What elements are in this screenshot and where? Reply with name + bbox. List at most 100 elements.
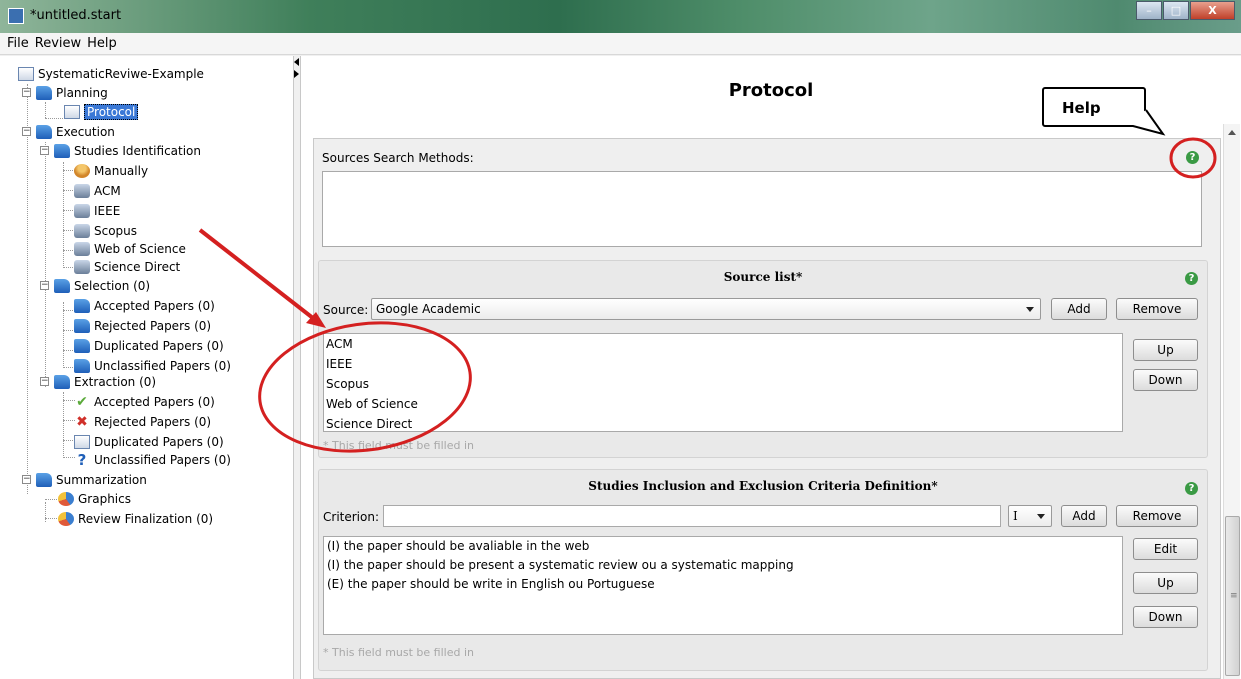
panel-splitter[interactable] (294, 56, 301, 679)
close-button[interactable]: X (1190, 1, 1235, 20)
help-callout: Help (1042, 87, 1146, 127)
tree-item-manually[interactable]: Manually (74, 161, 148, 180)
collapse-left-icon[interactable] (294, 58, 299, 66)
rejected-folder-icon (74, 318, 90, 333)
tree-item-extraction[interactable]: Extraction (0) (54, 372, 156, 391)
list-item[interactable]: (I) the paper should be avaliable in the… (324, 537, 1122, 556)
tree-item-label: Unclassified Papers (0) (94, 452, 231, 467)
folder-icon (54, 143, 70, 158)
tree-item-selection[interactable]: Selection (0) (54, 276, 150, 295)
sources-search-textarea[interactable] (322, 171, 1202, 247)
tree-item-label: Duplicated Papers (0) (94, 338, 224, 353)
maximize-button[interactable]: □ (1163, 1, 1189, 20)
add-criterion-button[interactable]: Add (1061, 505, 1107, 527)
chevron-down-icon (1037, 514, 1045, 519)
tree-item-science-direct[interactable]: Science Direct (74, 257, 180, 276)
x-mark-icon: ✖ (76, 413, 88, 430)
folder-icon (36, 472, 52, 487)
duplicated-folder-icon (74, 338, 90, 353)
criterion-up-button[interactable]: Up (1133, 572, 1198, 594)
tree-item-scopus[interactable]: Scopus (74, 221, 137, 240)
list-item[interactable]: (I) the paper should be present a system… (324, 556, 1122, 575)
remove-source-button[interactable]: Remove (1116, 298, 1198, 320)
source-label: Source: (323, 303, 369, 317)
tree-item-review-finalization[interactable]: Review Finalization (0) (58, 509, 213, 528)
menu-bar: File Review Help (0, 33, 1241, 55)
app-icon (8, 8, 24, 24)
menu-help[interactable]: Help (84, 33, 120, 54)
project-tree: SystematicReviwe-Example − Planning Prot… (0, 56, 294, 679)
tree-item-extraction-rejected[interactable]: ✖ Rejected Papers (0) (74, 412, 211, 431)
tree-item-selection-duplicated[interactable]: Duplicated Papers (0) (74, 336, 224, 355)
tree-item-extraction-duplicated[interactable]: Duplicated Papers (0) (74, 432, 224, 451)
source-down-button[interactable]: Down (1133, 369, 1198, 391)
tree-item-execution[interactable]: Execution (36, 122, 115, 141)
tree-root[interactable]: SystematicReviwe-Example (18, 64, 204, 83)
tree-item-planning[interactable]: Planning (36, 83, 108, 102)
list-item[interactable]: (E) the paper should be write in English… (324, 575, 1122, 594)
remove-criterion-button[interactable]: Remove (1116, 505, 1198, 527)
scrollbar-thumb[interactable]: ≡ (1225, 516, 1240, 676)
tree-item-selection-rejected[interactable]: Rejected Papers (0) (74, 316, 211, 335)
tree-root-label: SystematicReviwe-Example (38, 66, 204, 81)
list-item[interactable]: ACM (324, 334, 1122, 354)
tree-item-selection-accepted[interactable]: Accepted Papers (0) (74, 296, 215, 315)
folder-icon (54, 374, 70, 389)
collapse-execution-icon[interactable]: − (22, 127, 31, 136)
minimize-button[interactable]: – (1136, 1, 1162, 20)
tree-item-graphics[interactable]: Graphics (58, 489, 131, 508)
criterion-down-button[interactable]: Down (1133, 606, 1198, 628)
folder-icon (36, 85, 52, 100)
collapse-studies-icon[interactable]: − (40, 146, 49, 155)
unclassified-folder-icon (74, 358, 90, 373)
help-icon[interactable]: ? (1185, 272, 1198, 285)
collapse-summarization-icon[interactable]: − (22, 475, 31, 484)
pie-chart-icon (58, 491, 74, 506)
collapse-selection-icon[interactable]: − (40, 281, 49, 290)
tree-item-extraction-accepted[interactable]: ✔ Accepted Papers (0) (74, 392, 215, 411)
tree-item-label: IEEE (94, 203, 121, 218)
tree-item-summarization[interactable]: Summarization (36, 470, 147, 489)
tree-item-label: Extraction (0) (74, 374, 157, 389)
tree-item-extraction-unclassified[interactable]: ? Unclassified Papers (0) (74, 450, 231, 469)
add-source-button[interactable]: Add (1051, 298, 1107, 320)
tree-item-label: Review Finalization (0) (78, 511, 214, 526)
list-item[interactable]: Scopus (324, 374, 1122, 394)
collapse-planning-icon[interactable]: − (22, 88, 31, 97)
list-item[interactable]: Web of Science (324, 394, 1122, 414)
source-select[interactable]: Google Academic (371, 298, 1041, 320)
accepted-folder-icon (74, 298, 90, 313)
menu-file[interactable]: File (4, 33, 32, 54)
tree-item-ieee[interactable]: IEEE (74, 201, 120, 220)
collapse-extraction-icon[interactable]: − (40, 377, 49, 386)
criteria-listbox[interactable]: (I) the paper should be avaliable in the… (323, 536, 1123, 635)
sources-search-label: Sources Search Methods: (322, 151, 474, 165)
help-icon[interactable]: ? (1186, 151, 1199, 164)
tree-item-acm[interactable]: ACM (74, 181, 121, 200)
search-engine-icon (74, 203, 90, 218)
list-item[interactable]: IEEE (324, 354, 1122, 374)
vertical-scrollbar[interactable]: ≡ (1223, 124, 1240, 679)
tree-item-web-of-science[interactable]: Web of Science (74, 239, 186, 258)
source-list-heading: Source list* (723, 270, 803, 284)
search-engine-icon (74, 241, 90, 256)
menu-review[interactable]: Review (32, 33, 84, 54)
tree-item-protocol[interactable]: Protocol (64, 102, 139, 121)
source-listbox[interactable]: ACM IEEE Scopus Web of Science Science D… (323, 333, 1123, 432)
tree-item-label: Selection (0) (74, 278, 151, 293)
finalization-icon (58, 511, 74, 526)
tree-item-label: Protocol (84, 103, 139, 120)
review-doc-icon (18, 66, 34, 81)
title-bar: *untitled.start – □ X (0, 0, 1241, 33)
scroll-up-icon[interactable] (1228, 130, 1236, 135)
tree-item-studies-identification[interactable]: Studies Identification (54, 141, 201, 160)
help-callout-label: Help (1062, 99, 1101, 117)
edit-criterion-button[interactable]: Edit (1133, 538, 1198, 560)
criterion-input[interactable] (383, 505, 1001, 527)
help-icon[interactable]: ? (1185, 482, 1198, 495)
list-item[interactable]: Science Direct (324, 414, 1122, 434)
collapse-right-icon[interactable] (294, 70, 299, 78)
source-up-button[interactable]: Up (1133, 339, 1198, 361)
criterion-type-select[interactable]: I (1008, 505, 1052, 527)
tree-item-label: Duplicated Papers (0) (94, 434, 224, 449)
